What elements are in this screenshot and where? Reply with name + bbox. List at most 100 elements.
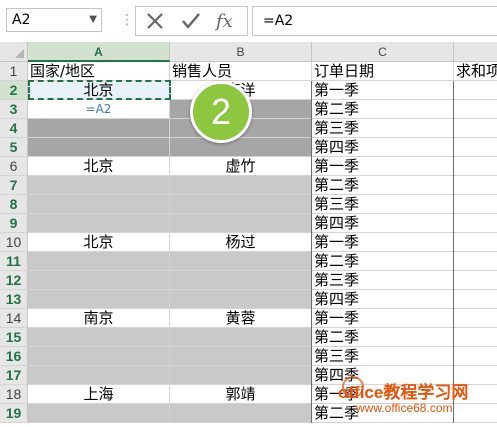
cell-b11[interactable]: [170, 252, 312, 271]
cell-d16[interactable]: [454, 347, 497, 366]
cell-b9[interactable]: [170, 214, 312, 233]
cell-d3[interactable]: [454, 100, 497, 119]
cell-d10[interactable]: [454, 233, 497, 252]
cell-a16[interactable]: [28, 347, 170, 366]
cell-d6[interactable]: [454, 157, 497, 176]
cell-a14[interactable]: 南京: [28, 309, 170, 328]
cell-c13[interactable]: 第四季: [312, 290, 454, 309]
cell-c4[interactable]: 第三季: [312, 119, 454, 138]
row-header[interactable]: 7: [0, 176, 28, 195]
cell-d9[interactable]: [454, 214, 497, 233]
cell-b13[interactable]: [170, 290, 312, 309]
cell-c7[interactable]: 第二季: [312, 176, 454, 195]
row-header[interactable]: 10: [0, 233, 28, 252]
cell-d7[interactable]: [454, 176, 497, 195]
cell-b15[interactable]: [170, 328, 312, 347]
cell-d4[interactable]: [454, 119, 497, 138]
row-header[interactable]: 16: [0, 347, 28, 366]
cell-b1[interactable]: 销售人员: [170, 62, 312, 81]
row-header[interactable]: 19: [0, 404, 28, 423]
cell-a1[interactable]: 国家/地区: [28, 62, 170, 81]
column-header-d[interactable]: [454, 42, 497, 62]
row-header[interactable]: 9: [0, 214, 28, 233]
cell-a6[interactable]: 北京: [28, 157, 170, 176]
formula-input[interactable]: =A2: [252, 6, 497, 36]
cell-b17[interactable]: [170, 366, 312, 385]
cell-d5[interactable]: [454, 138, 497, 157]
cell-a17[interactable]: [28, 366, 170, 385]
cell-d13[interactable]: [454, 290, 497, 309]
cell-a7[interactable]: [28, 176, 170, 195]
row-header[interactable]: 1: [0, 62, 28, 81]
row-header[interactable]: 3: [0, 100, 28, 119]
cell-b10[interactable]: 杨过: [170, 233, 312, 252]
cell-b8[interactable]: [170, 195, 312, 214]
cell-c1[interactable]: 订单日期: [312, 62, 454, 81]
cell-a9[interactable]: [28, 214, 170, 233]
row-header[interactable]: 14: [0, 309, 28, 328]
cell-b18[interactable]: 郭靖: [170, 385, 312, 404]
select-all-icon: [15, 49, 24, 58]
cell-b19[interactable]: [170, 404, 312, 423]
cell-d1[interactable]: 求和项: [454, 62, 497, 81]
cell-c3[interactable]: 第二季: [312, 100, 454, 119]
cell-a5[interactable]: [28, 138, 170, 157]
row-header[interactable]: 8: [0, 195, 28, 214]
fx-icon[interactable]: fx: [212, 9, 242, 33]
cell-a4[interactable]: [28, 119, 170, 138]
cell-b14[interactable]: 黄蓉: [170, 309, 312, 328]
row-header[interactable]: 15: [0, 328, 28, 347]
step-badge: 2: [190, 81, 252, 143]
cell-b6[interactable]: 虚竹: [170, 157, 312, 176]
row-header[interactable]: 4: [0, 119, 28, 138]
cell-c2[interactable]: 第一季: [312, 81, 454, 100]
column-header-a[interactable]: A: [28, 42, 170, 62]
cell-a18[interactable]: 上海: [28, 385, 170, 404]
close-icon[interactable]: [140, 9, 170, 33]
cell-c10[interactable]: 第一季: [312, 233, 454, 252]
cell-c6[interactable]: 第一季: [312, 157, 454, 176]
cell-a19[interactable]: [28, 404, 170, 423]
row-header[interactable]: 18: [0, 385, 28, 404]
column-header-b[interactable]: B: [170, 42, 312, 62]
cell-d11[interactable]: [454, 252, 497, 271]
cell-c11[interactable]: 第二季: [312, 252, 454, 271]
cell-b7[interactable]: [170, 176, 312, 195]
cell-a15[interactable]: [28, 328, 170, 347]
row-header[interactable]: 17: [0, 366, 28, 385]
cell-a10[interactable]: 北京: [28, 233, 170, 252]
cell-c16[interactable]: 第三季: [312, 347, 454, 366]
cell-b12[interactable]: [170, 271, 312, 290]
row-header[interactable]: 13: [0, 290, 28, 309]
formula-bar-separator[interactable]: ⋮: [120, 12, 134, 28]
row-header[interactable]: 2: [0, 81, 28, 100]
cell-b16[interactable]: [170, 347, 312, 366]
cell-c9[interactable]: 第四季: [312, 214, 454, 233]
cell-c14[interactable]: 第一季: [312, 309, 454, 328]
chevron-down-icon[interactable]: ▼: [89, 9, 97, 31]
row-header[interactable]: 6: [0, 157, 28, 176]
row-header[interactable]: 12: [0, 271, 28, 290]
cell-a12[interactable]: [28, 271, 170, 290]
cell-a13[interactable]: [28, 290, 170, 309]
cell-a3[interactable]: =A2: [28, 100, 170, 119]
cell-c8[interactable]: 第三季: [312, 195, 454, 214]
row-header[interactable]: 11: [0, 252, 28, 271]
cell-d2[interactable]: [454, 81, 497, 100]
cell-c12[interactable]: 第三季: [312, 271, 454, 290]
cell-b5[interactable]: [170, 138, 312, 157]
cell-d19[interactable]: [454, 404, 497, 423]
cell-d8[interactable]: [454, 195, 497, 214]
select-all-button[interactable]: [0, 42, 28, 62]
cell-d14[interactable]: [454, 309, 497, 328]
name-box[interactable]: A2 ▼: [6, 8, 102, 32]
cell-c5[interactable]: 第四季: [312, 138, 454, 157]
cell-d12[interactable]: [454, 271, 497, 290]
cell-d15[interactable]: [454, 328, 497, 347]
cell-a8[interactable]: [28, 195, 170, 214]
check-icon[interactable]: [176, 9, 206, 33]
column-header-c[interactable]: C: [312, 42, 454, 62]
row-header[interactable]: 5: [0, 138, 28, 157]
cell-c15[interactable]: 第二季: [312, 328, 454, 347]
cell-a11[interactable]: [28, 252, 170, 271]
